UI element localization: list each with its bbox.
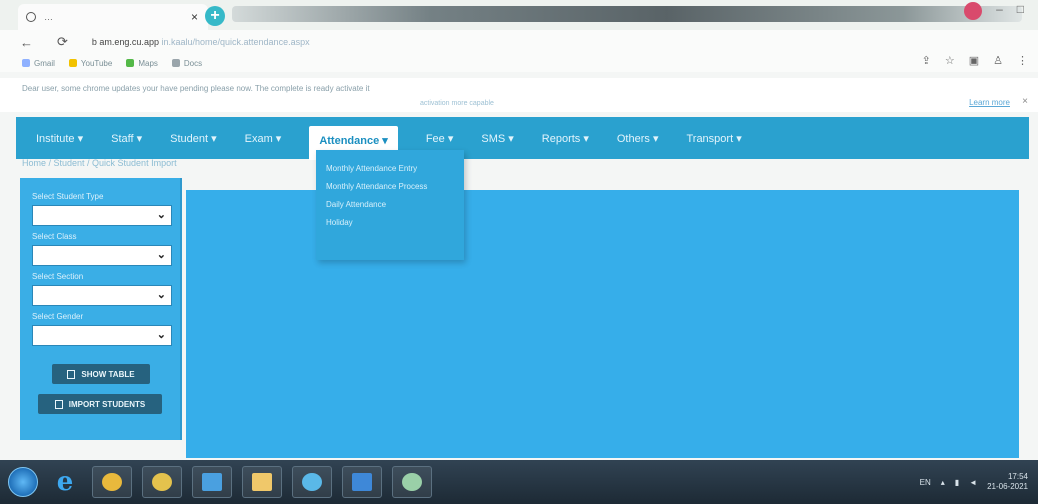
menu-item-daily-attendance[interactable]: Daily Attendance <box>316 196 464 214</box>
class-select[interactable]: ⌄ <box>32 245 172 266</box>
windows-taskbar: e <box>0 460 1038 504</box>
explorer-icon <box>252 473 272 491</box>
url-path: in.kaalu/home/quick.attendance.aspx <box>161 37 310 47</box>
bookmark-item[interactable]: YouTube <box>68 59 112 68</box>
docs-icon <box>171 59 180 68</box>
profile-avatar-icon[interactable] <box>964 2 983 20</box>
nav-fee[interactable]: Fee ▾ <box>426 132 454 145</box>
new-tab-button[interactable]: + <box>205 6 225 26</box>
table-icon <box>67 369 76 379</box>
file-icon <box>54 399 63 409</box>
show-table-button[interactable]: SHOW TABLE <box>52 364 150 384</box>
content-panel <box>186 190 1019 458</box>
update-notice: Dear user, some chrome updates your have… <box>0 78 1038 112</box>
gender-label: Select Gender <box>32 312 84 321</box>
bookmark-item[interactable]: Gmail <box>22 59 55 68</box>
taskbar-app-network[interactable] <box>292 466 332 498</box>
document-icon <box>352 473 372 491</box>
clock-date: 21-06-2021 <box>987 482 1028 491</box>
nav-reports[interactable]: Reports ▾ <box>542 132 589 145</box>
nav-student[interactable]: Student ▾ <box>170 132 217 145</box>
chevron-down-icon: ⌄ <box>156 329 166 341</box>
menu-item-monthly-entry[interactable]: Monthly Attendance Entry <box>316 160 464 178</box>
class-label: Select Class <box>32 232 77 241</box>
bookmarks-bar: Gmail YouTube Maps Docs <box>0 54 1038 72</box>
url-host: b am.eng.cu.app <box>91 37 159 47</box>
tray-arrow-icon[interactable]: ▴ <box>941 478 945 487</box>
share-icon[interactable]: ⇪ <box>922 54 931 67</box>
bookmark-item[interactable]: Docs <box>171 59 202 68</box>
window-controls: – □ <box>964 2 1024 20</box>
start-button-icon[interactable] <box>8 467 38 497</box>
minimize-icon[interactable]: – <box>996 2 1003 20</box>
menu-item-holiday[interactable]: Holiday <box>316 214 464 232</box>
reload-icon[interactable]: ⟳ <box>57 34 68 50</box>
student-type-label: Select Student Type <box>32 192 104 201</box>
chevron-down-icon: ⌄ <box>156 289 166 301</box>
nav-others[interactable]: Others ▾ <box>617 132 659 145</box>
chrome-icon <box>152 473 172 491</box>
taskbar-app-media[interactable] <box>192 466 232 498</box>
chevron-down-icon: ⌄ <box>156 249 166 261</box>
account-icon[interactable]: ♙ <box>993 54 1003 67</box>
language-indicator[interactable]: EN <box>920 478 931 487</box>
bookmark-item[interactable]: Maps <box>126 59 158 68</box>
network-tray-icon[interactable]: ▮ <box>955 478 959 487</box>
browser-toolbar-icons: ⇪ ☆ ▣ ♙ ⋮ <box>922 54 1028 67</box>
notice-text: Dear user, some chrome updates your have… <box>22 84 370 93</box>
nav-transport[interactable]: Transport ▾ <box>686 132 741 145</box>
address-bar: ← ⟳ b am.eng.cu.app in.kaalu/home/quick.… <box>0 30 1038 54</box>
nav-sms[interactable]: SMS ▾ <box>481 132 513 145</box>
chevron-down-icon: ⌄ <box>156 209 166 221</box>
taskbar-app-explorer[interactable] <box>242 466 282 498</box>
section-label: Select Section <box>32 272 84 281</box>
breadcrumb[interactable]: Home / Student / Quick Student Import <box>22 158 177 168</box>
main-nav: Institute ▾ Staff ▾ Student ▾ Exam ▾ Att… <box>16 117 1029 160</box>
notice-subtext: activation more capable <box>420 100 494 107</box>
apps-icon <box>22 59 30 68</box>
tab-close-icon[interactable]: × <box>191 10 198 24</box>
taskbar-app-chrome-active[interactable] <box>392 466 432 498</box>
student-type-select[interactable]: ⌄ <box>32 205 172 226</box>
taskbar-app-folder[interactable] <box>92 466 132 498</box>
youtube-icon <box>68 59 77 68</box>
import-students-button[interactable]: IMPORT STUDENTS <box>38 394 162 414</box>
nav-institute[interactable]: Institute ▾ <box>36 132 83 145</box>
maps-icon <box>126 59 135 68</box>
tab-title: … <box>44 12 53 22</box>
nav-staff[interactable]: Staff ▾ <box>111 132 142 145</box>
attendance-dropdown-menu: Monthly Attendance Entry Monthly Attenda… <box>316 150 464 260</box>
volume-icon[interactable]: ◄ <box>969 478 977 487</box>
filter-sidebar: Select Student Type ⌄ Select Class ⌄ Sel… <box>20 178 182 440</box>
clock-time: 17:54 <box>1007 472 1028 481</box>
sidepanel-icon[interactable]: ▣ <box>969 54 979 67</box>
globe-icon <box>26 12 36 22</box>
star-icon[interactable]: ☆ <box>945 54 955 67</box>
system-tray: EN ▴ ▮ ◄ 17:54 21-06-2021 <box>920 472 1028 492</box>
menu-item-monthly-process[interactable]: Monthly Attendance Process <box>316 178 464 196</box>
browser-tab[interactable]: … × <box>18 4 208 30</box>
close-icon[interactable]: × <box>1022 96 1028 107</box>
tab-bar-shading <box>232 6 1022 22</box>
menu-icon[interactable]: ⋮ <box>1017 54 1028 67</box>
network-icon <box>302 473 322 491</box>
browser-icon <box>402 473 422 491</box>
section-select[interactable]: ⌄ <box>32 285 172 306</box>
taskbar-app-docs[interactable] <box>342 466 382 498</box>
maximize-icon[interactable]: □ <box>1017 2 1024 20</box>
back-icon[interactable]: ← <box>20 35 33 50</box>
folder-icon <box>102 473 122 491</box>
learn-more-link[interactable]: Learn more <box>969 98 1010 107</box>
browser-tab-strip: … × + – □ <box>0 0 1038 30</box>
gender-select[interactable]: ⌄ <box>32 325 172 346</box>
nav-exam[interactable]: Exam ▾ <box>245 132 282 145</box>
media-icon <box>202 473 222 491</box>
internet-explorer-icon[interactable]: e <box>48 467 82 497</box>
url-field[interactable]: b am.eng.cu.app in.kaalu/home/quick.atte… <box>92 37 310 47</box>
taskbar-app-chrome[interactable] <box>142 466 182 498</box>
clock[interactable]: 17:54 21-06-2021 <box>987 472 1028 492</box>
